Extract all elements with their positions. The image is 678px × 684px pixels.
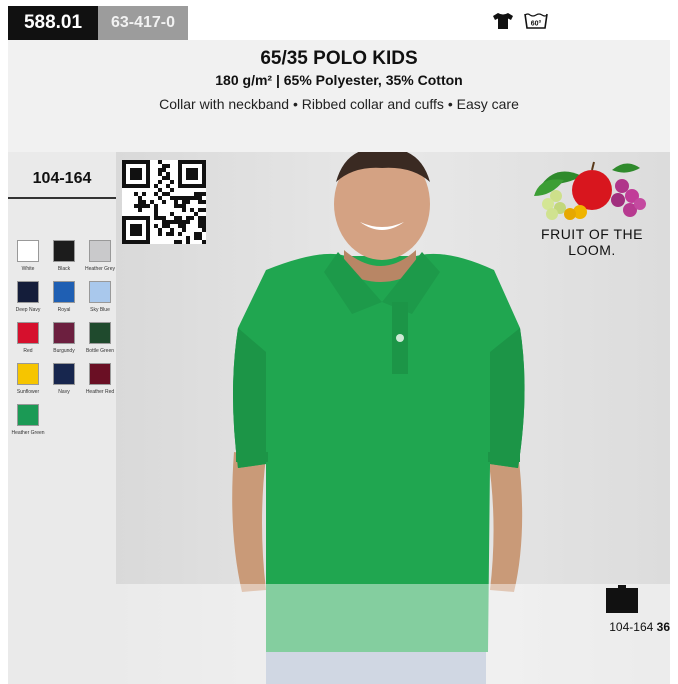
tshirt-icon: [493, 13, 513, 29]
color-swatch[interactable]: [89, 240, 111, 262]
color-swatch-item[interactable]: Red: [12, 322, 44, 361]
color-swatch-name: White: [21, 266, 35, 272]
color-swatch-item[interactable]: White: [12, 240, 44, 279]
color-swatch-name: Heather Green: [11, 430, 45, 436]
wash-60-icon: 60°: [524, 13, 548, 29]
brand-name: FRUIT OF THE LOOM.: [541, 226, 643, 258]
packaging-count: 36: [656, 620, 670, 634]
color-swatch-name: Burgundy: [53, 348, 75, 354]
color-swatch[interactable]: [17, 240, 39, 262]
color-swatch-name: Deep Navy: [15, 307, 41, 313]
color-swatch-item[interactable]: Heather Red: [84, 363, 116, 402]
color-swatch[interactable]: [53, 281, 75, 303]
color-swatch-item[interactable]: Sunflower: [12, 363, 44, 402]
alt-article-code: 63-417-0: [98, 6, 188, 40]
photo-overlay: [116, 584, 670, 684]
color-swatch-name: Royal: [57, 307, 71, 313]
packaging-size-range: 104-164: [609, 620, 654, 634]
color-swatches: White Black Heather Grey Deep Navy Royal Sky …: [11, 240, 116, 443]
wash-temp: 60°: [531, 20, 542, 28]
color-swatch[interactable]: [53, 322, 75, 344]
box-icon: [606, 585, 638, 613]
article-code-bar: 588.01 63-417-0: [8, 6, 188, 40]
packaging-info: 104-164 36: [560, 620, 670, 634]
color-swatch-item[interactable]: Bottle Green: [84, 322, 116, 361]
color-swatch-item[interactable]: Heather Grey: [84, 240, 116, 279]
color-swatch-name: Bottle Green: [85, 348, 115, 354]
color-swatch-item[interactable]: Deep Navy: [12, 281, 44, 320]
color-swatch-name: Heather Grey: [84, 266, 115, 272]
color-swatch-name: Heather Red: [85, 389, 115, 395]
color-swatch[interactable]: [17, 363, 39, 385]
product-header: 65/35 POLO KIDS 180 g/m² | 65% Polyester…: [8, 40, 670, 152]
color-swatch-name: Black: [57, 266, 71, 272]
color-swatch[interactable]: [89, 281, 111, 303]
care-icons: 60°: [492, 12, 548, 30]
color-swatch-item[interactable]: Heather Green: [11, 404, 45, 443]
color-swatch-name: Sky Blue: [90, 307, 110, 313]
color-swatch-name: Navy: [58, 389, 70, 395]
color-swatch-item[interactable]: Royal: [48, 281, 80, 320]
color-swatch[interactable]: [89, 363, 111, 385]
shirt-button: [396, 334, 404, 342]
article-code: 588.01: [8, 6, 98, 40]
color-swatch[interactable]: [17, 404, 39, 426]
color-swatch-name: Sunflower: [16, 389, 40, 395]
color-swatch[interactable]: [53, 240, 75, 262]
product-subtitle: 180 g/m² | 65% Polyester, 35% Cotton: [215, 72, 463, 88]
color-swatch[interactable]: [17, 281, 39, 303]
color-swatch-item[interactable]: Burgundy: [48, 322, 80, 361]
product-features: Collar with neckband • Ribbed collar and…: [159, 96, 519, 112]
color-swatch-item[interactable]: Sky Blue: [84, 281, 116, 320]
size-divider: [8, 197, 116, 199]
color-swatch[interactable]: [53, 363, 75, 385]
qr-code[interactable]: [122, 160, 206, 244]
color-swatch-name: Red: [23, 348, 33, 354]
color-swatch[interactable]: [17, 322, 39, 344]
size-range: 104-164: [32, 170, 92, 187]
color-swatch[interactable]: [89, 322, 111, 344]
color-swatch-item[interactable]: Navy: [48, 363, 80, 402]
color-swatch-item[interactable]: Black: [48, 240, 80, 279]
product-title: 65/35 POLO KIDS: [260, 48, 418, 69]
